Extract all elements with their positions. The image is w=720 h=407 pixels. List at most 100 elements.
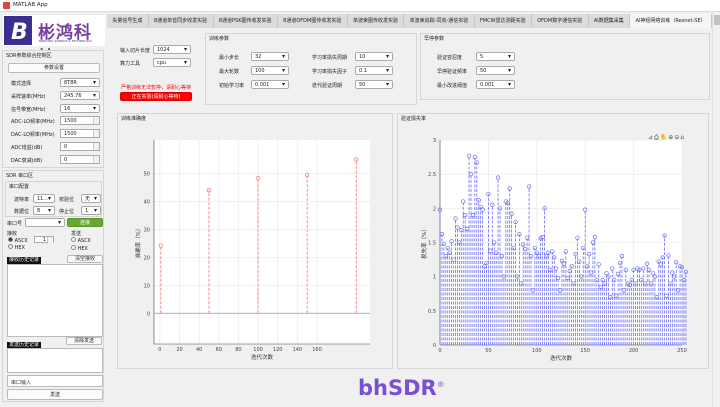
recv-spinner[interactable]: 1 xyxy=(34,236,54,244)
port-select[interactable] xyxy=(25,218,65,227)
axes-toolbar[interactable]: ⊿⎙✋⊕⊖⌂ xyxy=(648,134,685,142)
databits-label: 数据位 xyxy=(14,209,30,215)
tab-8[interactable]: AI数据集采集 xyxy=(589,14,631,28)
brand-text: bhSDR xyxy=(358,376,437,400)
sdr-param-label: DAC-LO频率(MHz) xyxy=(11,132,55,139)
val-loss-panel: 验证损失率 ⊿⎙✋⊕⊖⌂ xyxy=(397,113,709,369)
lr-period-select[interactable]: 10 xyxy=(355,52,393,61)
min-batch-label: 最小步长 xyxy=(219,55,240,61)
init-lr-label: 初始学习率 xyxy=(219,83,245,89)
stopbits-select[interactable]: 1 xyxy=(81,206,101,215)
max-epoch-label: 最大轮数 xyxy=(219,69,240,75)
train-accuracy-title: 训练准确度 xyxy=(121,116,147,122)
sdr-param-label: 采样速率(MHz) xyxy=(11,93,46,100)
serial-input[interactable]: 串口输入 xyxy=(7,375,103,387)
clear-send-button[interactable]: 清除发送 xyxy=(66,337,102,345)
tab-2[interactable]: 8通道PSK图传收发实验 xyxy=(214,14,278,28)
sdr-param-label: ADC增益(dB) xyxy=(11,145,43,151)
send-history-box[interactable] xyxy=(7,348,103,373)
recv-history-box[interactable] xyxy=(7,264,103,337)
send-hex-radio[interactable]: HEX xyxy=(71,245,88,252)
sdr-param-label: ADC-LO频率(MHz) xyxy=(11,119,55,126)
tab-3[interactable]: 8通道OFDM图传收发实验 xyxy=(278,14,348,28)
matlab-app-icon xyxy=(3,2,10,9)
max-epoch-select[interactable]: 100 xyxy=(251,66,289,75)
recv-hex-radio[interactable]: HEX xyxy=(8,244,25,251)
sdr-param-spin[interactable]: 0 xyxy=(60,142,100,151)
registered-mark: ® xyxy=(436,380,445,389)
send-hex-label: HEX xyxy=(77,246,88,252)
window-title: MATLAB App xyxy=(13,2,48,8)
init-lr-select[interactable]: 0.001 xyxy=(251,80,289,89)
train-params-title: 训练参数 xyxy=(209,36,230,42)
vertical-scrollbar[interactable] xyxy=(712,12,720,407)
connect-button[interactable]: 连接 xyxy=(67,218,103,227)
compute-select[interactable]: cpu xyxy=(153,58,191,67)
baud-select[interactable]: 11... xyxy=(33,194,55,203)
min-batch-select[interactable]: 32 xyxy=(251,52,289,61)
tab-6[interactable]: FMCW雷达测距实验 xyxy=(475,14,532,28)
tab-0[interactable]: 矢量信号生成 xyxy=(107,14,149,28)
slice-len-select[interactable]: 1024 xyxy=(153,45,191,54)
warning-text: 严格训练无法暂停，请耐心等待 xyxy=(121,85,192,91)
tab-1[interactable]: 8通道单音同步收发实验 xyxy=(149,14,214,28)
compute-label: 算力工具 xyxy=(120,61,141,67)
recv-hex-label: HEX xyxy=(14,245,25,251)
logo-company-en: BINHONG SCIENCE & TECHNOLOGY xyxy=(39,39,93,43)
sdr-param-label: DAC衰减(dB) xyxy=(11,157,43,164)
sdr-param-label: 模式选择 xyxy=(11,81,32,87)
serial-title: SDR 串口区 xyxy=(6,173,34,179)
train-accuracy-panel: 训练准确度 xyxy=(117,113,393,369)
sdr-param-label: 信号带宽(MHz) xyxy=(11,106,46,113)
radio-button-icon xyxy=(71,237,76,242)
recv-history-label: 接收历史记录 xyxy=(7,257,42,264)
sdr-params-title: SDR参数综合控制区 xyxy=(6,53,52,59)
sdr-param-select[interactable]: 16 xyxy=(60,103,100,113)
title-bar: MATLAB App xyxy=(0,0,720,12)
train-params-group: 训练参数 最小步长 32 最大轮数 100 初始学习率 0.001 学习率损失周… xyxy=(205,33,417,105)
parity-label: 校验位 xyxy=(59,197,75,203)
min-delta-select[interactable]: 0.001 xyxy=(476,80,515,89)
recv-ascii-radio[interactable]: ASCII xyxy=(8,237,28,244)
svg-text:B: B xyxy=(11,20,28,45)
sdr-param-spin[interactable]: 0 xyxy=(60,154,100,164)
tab-5[interactable]: 单波束追踪-同向-通信实验 xyxy=(404,14,475,28)
tab-4[interactable]: 单波束图传收发实验 xyxy=(348,14,405,28)
lr-period-label: 学习率损失周期 xyxy=(312,55,348,61)
val-freq-label: 迭代验证周期 xyxy=(312,83,343,89)
sdr-param-select[interactable]: 245.76 xyxy=(60,90,100,100)
early-stop-title: 早停参数 xyxy=(424,36,445,42)
tab-9[interactable]: AI神经网络训练（Resnet-SE） xyxy=(630,14,712,28)
send-button[interactable]: 发送 xyxy=(7,389,103,400)
tab-7[interactable]: OFDM数字通信实验 xyxy=(532,14,589,28)
sdr-param-spin[interactable]: 1500 xyxy=(60,129,100,139)
radio-button-icon xyxy=(8,244,13,249)
val-loss-title: 验证损失率 xyxy=(401,116,427,122)
parity-select[interactable]: 无 xyxy=(81,194,101,203)
running-button[interactable]: 正在实验(请耐心等待) xyxy=(120,92,192,101)
radio-button-icon xyxy=(71,245,76,250)
logo: B 彬鸿科技 BINHONG SCIENCE & TECHNOLOGY xyxy=(3,15,105,68)
baud-label: 波特率 xyxy=(14,197,30,203)
val-freq-select[interactable]: 50 xyxy=(355,80,393,89)
recv-label: 接收 xyxy=(7,231,18,237)
sdr-param-select[interactable]: 8T8R xyxy=(60,78,100,87)
radio-button-icon xyxy=(8,237,13,242)
early-freq-label: 早停验证频率 xyxy=(437,69,468,75)
stopbits-label: 停止位 xyxy=(59,209,75,215)
patience-select[interactable]: 5 xyxy=(476,52,515,61)
port-label: 串口号 xyxy=(7,221,23,227)
sdr-param-spin[interactable]: 1500 xyxy=(60,116,100,126)
tab-bar: 矢量信号生成 8通道单音同步收发实验 8通道PSK图传收发实验 8通道OFDM图传收发… xyxy=(107,14,712,28)
scrollbar-thumb[interactable] xyxy=(714,15,720,25)
lr-factor-select[interactable]: 0.1 xyxy=(355,66,393,75)
min-delta-label: 最小改进阈值 xyxy=(437,83,468,89)
databits-select[interactable]: 8 xyxy=(33,206,55,215)
serial-group: SDR 串口区 串口配置 波特率 11... 校验位 无 数据位 8 停止位 1… xyxy=(2,170,104,402)
early-freq-select[interactable]: 50 xyxy=(476,66,515,75)
send-ascii-radio[interactable]: ASCII xyxy=(71,237,91,244)
serial-config-title: 串口配置 xyxy=(9,184,30,190)
clear-recv-button[interactable]: 清空接收 xyxy=(67,255,103,263)
send-ascii-label: ASCII xyxy=(77,238,91,244)
param-set-button[interactable]: 参数设置 xyxy=(8,63,100,73)
